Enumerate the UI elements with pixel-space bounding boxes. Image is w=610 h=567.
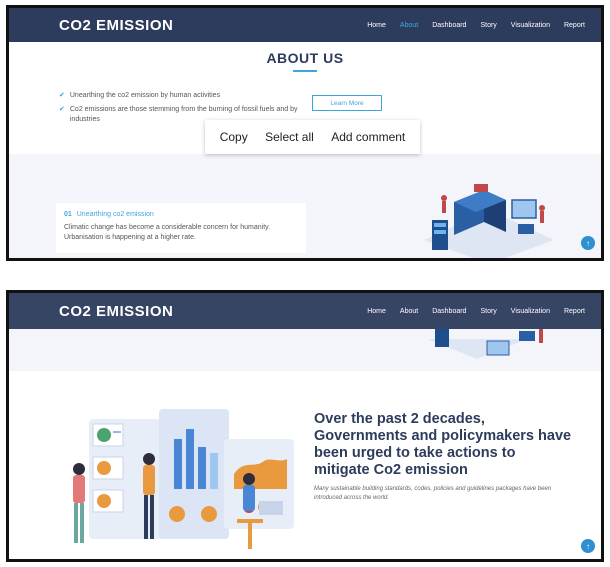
nav-about[interactable]: About bbox=[400, 22, 418, 29]
screenshot-about: CO2 EMISSION Home About Dashboard Story … bbox=[6, 5, 604, 261]
scroll-top-button[interactable]: ↑ bbox=[581, 236, 595, 250]
nav-visualization[interactable]: Visualization bbox=[511, 22, 550, 29]
nav-report[interactable]: Report bbox=[564, 308, 585, 315]
nav-menu: Home About Dashboard Story Visualization… bbox=[367, 22, 585, 29]
brand-logo[interactable]: CO2 EMISSION bbox=[59, 17, 173, 34]
brand-logo[interactable]: CO2 EMISSION bbox=[59, 303, 173, 320]
card-title: 01 Unearthing co2 emission bbox=[64, 211, 298, 218]
nav-dashboard[interactable]: Dashboard bbox=[432, 22, 466, 29]
copy-menu-item[interactable]: Copy bbox=[220, 130, 248, 144]
data-center-illustration bbox=[424, 184, 554, 258]
check-icon: ✔ bbox=[59, 106, 65, 113]
story-subtext: Many sustainable building standards, cod… bbox=[314, 486, 552, 501]
bullet-text: Unearthing the co2 emission by human act… bbox=[69, 92, 221, 99]
card-title-text: Unearthing co2 emission bbox=[76, 211, 154, 218]
nav-report[interactable]: Report bbox=[564, 22, 585, 29]
arrow-up-icon: ↑ bbox=[586, 238, 590, 248]
nav-visualization[interactable]: Visualization bbox=[511, 308, 550, 315]
nav-story[interactable]: Story bbox=[480, 308, 496, 315]
list-item: ✔ Unearthing the co2 emission by human a… bbox=[59, 91, 309, 101]
nav-dashboard[interactable]: Dashboard bbox=[432, 308, 466, 315]
nav-about[interactable]: About bbox=[400, 308, 418, 315]
nav-story[interactable]: Story bbox=[480, 22, 496, 29]
scroll-top-button[interactable]: ↑ bbox=[581, 539, 595, 553]
title-underline bbox=[293, 70, 317, 72]
screenshot-story: Climatic change has become a considerabl… bbox=[6, 290, 604, 562]
card-text: Climatic change has become a considerabl… bbox=[64, 224, 271, 241]
arrow-up-icon: ↑ bbox=[586, 541, 590, 551]
card-number: 01 bbox=[64, 211, 72, 218]
data-center-illustration-partial bbox=[427, 329, 543, 359]
analytics-illustration bbox=[73, 409, 294, 549]
nav-home[interactable]: Home bbox=[367, 22, 386, 29]
learn-more-button[interactable]: Learn More bbox=[312, 95, 382, 111]
feature-card: 01 Unearthing co2 emission Climatic chan… bbox=[56, 203, 306, 253]
select-all-menu-item[interactable]: Select all bbox=[265, 130, 314, 144]
add-comment-menu-item[interactable]: Add comment bbox=[331, 130, 405, 144]
context-menu: Copy Select all Add comment bbox=[205, 120, 420, 154]
nav-menu: Home About Dashboard Story Visualization… bbox=[367, 308, 585, 315]
navbar: CO2 EMISSION Home About Dashboard Story … bbox=[9, 293, 601, 329]
page-title: ABOUT US bbox=[266, 50, 344, 66]
story-heading: Over the past 2 decades, Governments and… bbox=[314, 411, 572, 478]
nav-home[interactable]: Home bbox=[367, 308, 386, 315]
check-icon: ✔ bbox=[59, 92, 65, 99]
navbar: CO2 EMISSION Home About Dashboard Story … bbox=[9, 8, 601, 42]
